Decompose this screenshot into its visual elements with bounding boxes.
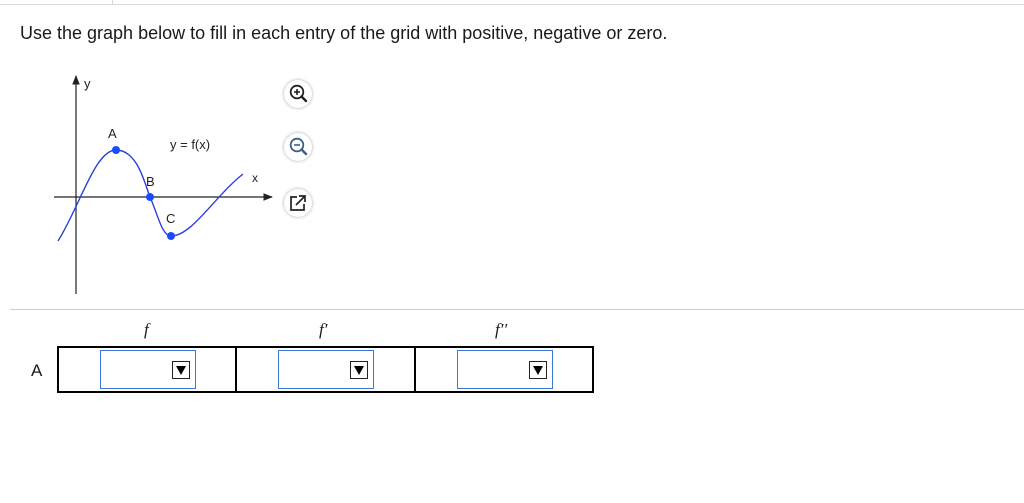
dropdown-arrow-icon[interactable] [528, 361, 547, 379]
top-divider-tick [112, 0, 113, 4]
point-a [112, 146, 120, 154]
grid-cell-f [59, 348, 238, 391]
grid-cell-f-prime [237, 348, 416, 391]
y-axis-label: y [84, 76, 91, 91]
column-header-f-prime: f′ [319, 320, 328, 339]
dropdown-f-double-prime[interactable] [456, 350, 553, 389]
grid-cell-f-double-prime [416, 348, 592, 391]
function-graph: y x y = f(x) A B C [54, 75, 273, 294]
dropdown-f[interactable] [100, 350, 196, 389]
zoom-out-button[interactable] [284, 133, 312, 161]
instruction-text: Use the graph below to fill in each entr… [20, 23, 668, 43]
top-divider [0, 4, 1024, 5]
zoom-in-button[interactable] [284, 80, 312, 108]
x-axis-label: x [252, 171, 258, 185]
point-b [146, 193, 154, 201]
popout-icon [290, 195, 306, 211]
row-label-a: A [31, 361, 43, 380]
popout-button[interactable] [284, 189, 312, 217]
answer-grid [57, 346, 594, 393]
dropdown-arrow-icon[interactable] [350, 361, 369, 379]
zoom-in-icon [289, 84, 308, 103]
zoom-out-icon [289, 137, 308, 156]
section-divider [10, 309, 1024, 310]
point-c [167, 232, 175, 240]
curve-label: y = f(x) [170, 137, 210, 152]
point-b-label: B [146, 174, 155, 189]
dropdown-arrow-icon[interactable] [172, 361, 190, 379]
dropdown-f-prime[interactable] [278, 350, 375, 389]
column-header-f-double-prime: f′′ [495, 320, 508, 339]
point-c-label: C [166, 211, 175, 226]
point-a-label: A [108, 126, 117, 141]
column-header-f: f [144, 320, 149, 339]
